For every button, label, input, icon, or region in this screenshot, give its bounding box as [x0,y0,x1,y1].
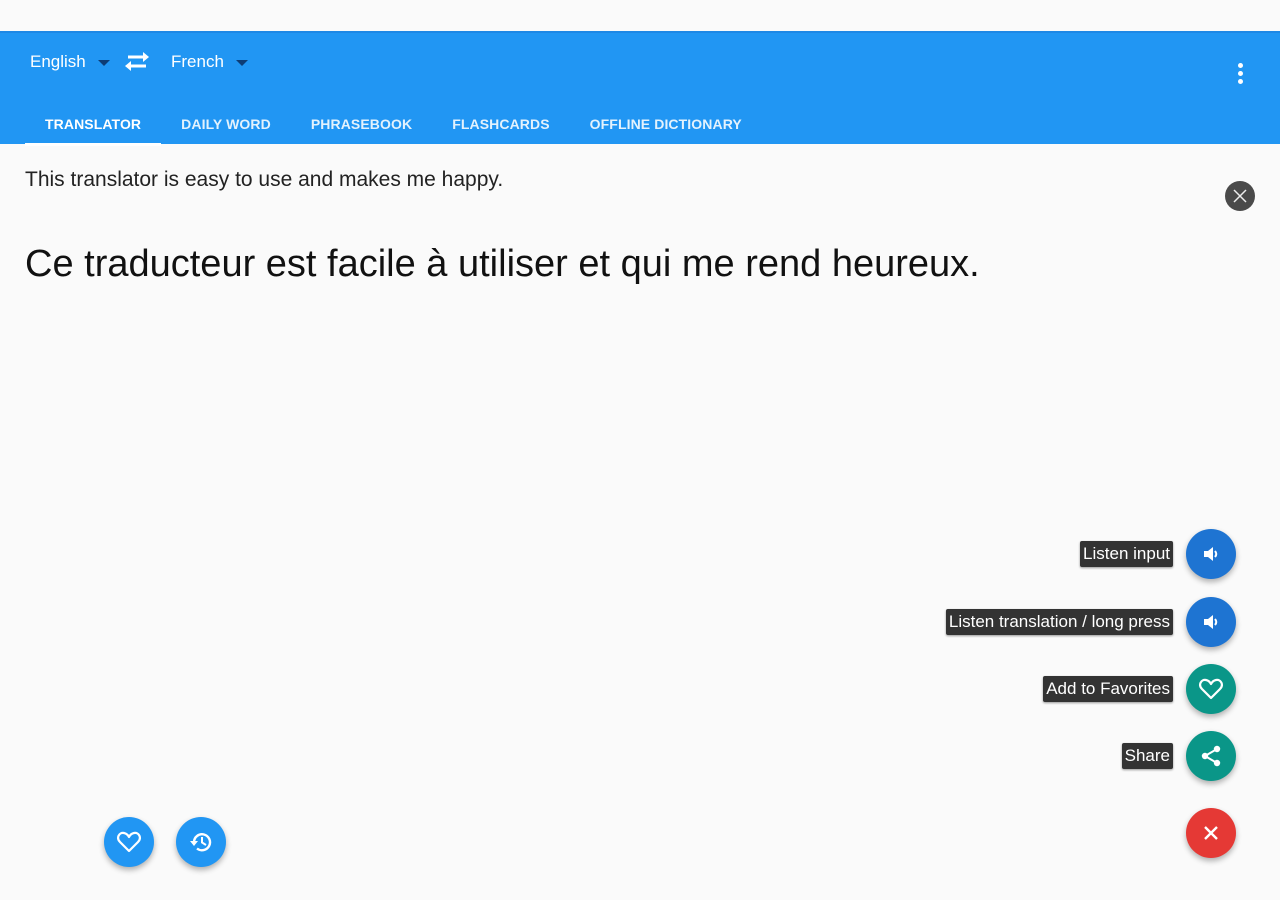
share-icon [1201,745,1221,767]
fab-label: Listen input [1080,541,1173,567]
fab-close-row [1186,808,1236,858]
fab-action-listen-input: Listen input [1080,529,1236,579]
fab-action-listen-translation: Listen translation / long press [945,597,1236,647]
tab-daily-word[interactable]: DAILY WORD [161,101,291,146]
swap-horiz-icon [125,52,149,71]
app-bar: English French TRANSLATOR DAILY WORD PHR… [0,31,1280,146]
clear-input-button[interactable] [1225,181,1255,211]
share-button[interactable] [1186,731,1236,781]
tab-bar: TRANSLATOR DAILY WORD PHRASEBOOK FLASHCA… [25,101,762,146]
source-language-label: English [30,52,86,71]
close-fab-menu-button[interactable] [1186,808,1236,858]
history-icon [190,833,212,852]
dropdown-arrow-icon [235,59,248,66]
source-language-dropdown[interactable]: English [30,49,110,75]
more-vert-icon [1237,62,1243,68]
target-language-label: French [171,52,224,71]
fab-label: Share [1121,743,1173,769]
tab-phrasebook[interactable]: PHRASEBOOK [291,101,432,146]
history-button[interactable] [176,817,226,867]
fab-label: Add to Favorites [1043,676,1173,702]
fab-label: Listen translation / long press [945,609,1173,635]
close-icon [1233,189,1247,203]
favorites-button[interactable] [104,817,154,867]
tab-offline-dictionary[interactable]: OFFLINE DICTIONARY [570,101,762,146]
volume-icon [1204,615,1218,629]
fab-action-share: Share [1121,731,1236,781]
heart-outline-icon [117,831,141,853]
source-text-input[interactable]: This translator is easy to use and makes… [25,168,503,192]
volume-icon [1204,547,1218,561]
listen-input-button[interactable] [1186,529,1236,579]
tab-flashcards[interactable]: FLASHCARDS [432,101,569,146]
tab-translator[interactable]: TRANSLATOR [25,101,162,146]
more-options-button[interactable] [1226,55,1254,91]
swap-languages-button[interactable] [123,48,151,76]
translation-output: Ce traducteur est facile à utiliser et q… [25,243,980,285]
close-icon [1204,826,1218,840]
fab-action-add-favorites: Add to Favorites [1043,664,1236,714]
listen-translation-button[interactable] [1186,597,1236,647]
dropdown-arrow-icon [97,59,110,66]
status-strip [0,0,1280,31]
add-to-favorites-button[interactable] [1186,664,1236,714]
heart-outline-icon [1199,678,1223,700]
target-language-dropdown[interactable]: French [171,49,248,75]
